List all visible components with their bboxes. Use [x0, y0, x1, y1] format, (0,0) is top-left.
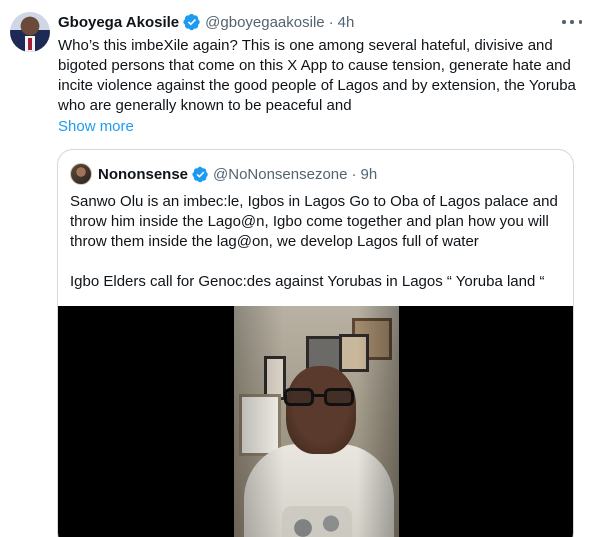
quoted-text-paragraph-2: Igbo Elders call for Genoc:des against Y… — [70, 273, 545, 290]
verified-badge-icon — [192, 166, 208, 182]
quoted-tweet[interactable]: Nononsense @NoNonsensezone · 9h Sanwo Ol… — [57, 149, 574, 537]
timestamp[interactable]: 4h — [338, 14, 355, 31]
more-options-icon[interactable] — [562, 14, 582, 30]
quoted-author-avatar[interactable] — [70, 163, 92, 185]
author-handle[interactable]: @gboyegaakosile — [205, 14, 324, 31]
quoted-author-handle[interactable]: @NoNonsensezone — [213, 166, 347, 183]
tweet-text: Who’s this imbeXile again? This is one a… — [58, 37, 576, 114]
separator-dot: · — [351, 165, 357, 183]
separator-dot: · — [328, 13, 334, 31]
quoted-tweet-header: Nononsense @NoNonsensezone · 9h — [98, 164, 377, 184]
video-frame — [234, 306, 399, 537]
verified-badge-icon — [183, 13, 200, 31]
tweet: Gboyega Akosile @gboyegaakosile · 4h Who… — [0, 0, 590, 537]
quoted-timestamp[interactable]: 9h — [361, 166, 378, 183]
video-player[interactable] — [58, 306, 573, 537]
author-avatar[interactable] — [10, 12, 50, 52]
tweet-header: Gboyega Akosile @gboyegaakosile · 4h — [58, 12, 354, 32]
show-more-link[interactable]: Show more — [58, 118, 134, 135]
quoted-text-paragraph-1: Sanwo Olu is an imbec:le, Igbos in Lagos… — [70, 193, 558, 250]
quoted-tweet-text: Sanwo Olu is an imbec:le, Igbos in Lagos… — [70, 192, 565, 292]
quoted-author-name[interactable]: Nononsense — [98, 166, 188, 183]
author-name[interactable]: Gboyega Akosile — [58, 14, 179, 31]
